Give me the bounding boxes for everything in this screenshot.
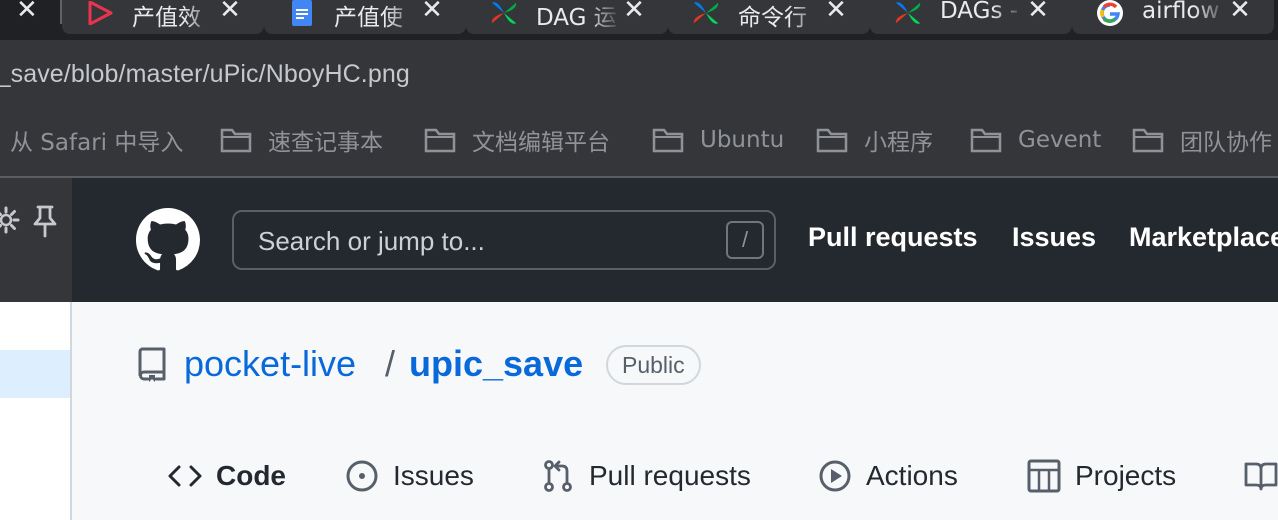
airflow-pinwheel-icon [894, 0, 922, 26]
tab-close-button[interactable]: ✕ [1228, 0, 1252, 23]
bookmark-label: 团队协作 [1180, 130, 1272, 156]
tab-label: Issues [393, 460, 474, 491]
browser-tab-3[interactable]: DAG 运 ✕ [466, 0, 668, 34]
tab-issues[interactable]: Issues [345, 456, 474, 496]
bookmark-folder[interactable]: Ubuntu [652, 124, 784, 156]
book-icon [1244, 462, 1278, 491]
repo-icon [138, 347, 166, 382]
side-panel-toolbar [0, 178, 72, 302]
tab-title: DAGs - [940, 0, 1019, 24]
bookmark-import-safari[interactable]: 从 Safari 中导入 [10, 124, 183, 156]
tab-close-button-left[interactable]: ✕ [16, 0, 40, 23]
play-circle-icon [819, 460, 851, 492]
pin-icon[interactable] [32, 204, 58, 238]
play-triangle-icon [86, 0, 114, 26]
github-header: / Pull requests Issues Marketplace [72, 178, 1278, 302]
table-icon [1027, 459, 1061, 493]
folder-icon [424, 128, 456, 153]
folder-icon [1132, 128, 1164, 153]
nav-pull-requests[interactable]: Pull requests [808, 222, 978, 253]
url-text[interactable]: c_save/blob/master/uPic/NboyHC.png [0, 60, 410, 89]
visibility-badge: Public [606, 345, 701, 385]
side-panel-content [0, 302, 72, 520]
tab-title: airflow [1142, 0, 1220, 24]
repo-name-link[interactable]: upic_save [409, 343, 583, 385]
folder-icon [220, 128, 252, 153]
tab-pull-requests[interactable]: Pull requests [541, 456, 751, 496]
repo-owner-link[interactable]: pocket-live [184, 343, 356, 385]
tab-close-button[interactable]: ✕ [1026, 0, 1050, 23]
search-box[interactable]: / [232, 210, 776, 270]
bookmark-label: Gevent [1018, 127, 1102, 153]
airflow-pinwheel-icon [692, 0, 720, 26]
tab-actions[interactable]: Actions [818, 456, 958, 496]
folder-icon [970, 128, 1002, 153]
side-panel-selected-item[interactable] [0, 350, 70, 398]
tab-label: Pull requests [589, 460, 751, 491]
browser-tab-strip: ✕ 产值效 ✕ 产值使 ✕ DAG 运 ✕ 命令行 ✕ DAGs - ✕ air… [0, 0, 1278, 40]
tab-close-button[interactable]: ✕ [218, 0, 242, 23]
tab-projects[interactable]: Projects [1027, 456, 1176, 496]
folder-icon [652, 128, 684, 153]
bookmark-label: 速查记事本 [268, 130, 383, 156]
tab-label: Code [216, 460, 286, 491]
browser-tab-1[interactable]: 产值效 ✕ [62, 0, 264, 34]
bookmark-label: 文档编辑平台 [472, 130, 610, 156]
tab-title: 命令行 [738, 5, 807, 31]
tab-wiki[interactable] [1244, 456, 1278, 496]
tab-close-button[interactable]: ✕ [824, 0, 848, 23]
address-bar[interactable]: c_save/blob/master/uPic/NboyHC.png [0, 40, 1278, 102]
browser-tab-5[interactable]: DAGs - ✕ [870, 0, 1072, 34]
gear-icon[interactable] [0, 206, 20, 234]
tab-title: DAG 运 [536, 5, 617, 31]
bookmark-folder[interactable]: 文档编辑平台 [424, 124, 610, 156]
search-input[interactable] [258, 226, 698, 256]
nav-issues[interactable]: Issues [1012, 222, 1096, 253]
code-icon [168, 465, 202, 487]
folder-icon [816, 128, 848, 153]
bookmarks-bar: 从 Safari 中导入 速查记事本 文档编辑平台 Ubuntu 小程序 Gev… [0, 102, 1278, 178]
bookmark-label: Ubuntu [700, 127, 785, 153]
bookmark-folder[interactable]: 速查记事本 [220, 124, 383, 156]
google-docs-icon [288, 0, 316, 26]
tab-close-button[interactable]: ✕ [420, 0, 444, 23]
tab-close-button[interactable]: ✕ [622, 0, 646, 23]
tab-code[interactable]: Code [168, 456, 286, 496]
search-shortcut-key: / [726, 221, 764, 259]
bookmark-label: 从 Safari 中导入 [10, 130, 184, 156]
repo-path-separator: / [385, 343, 396, 384]
bookmark-folder[interactable]: 团队协作 [1132, 124, 1272, 156]
airflow-pinwheel-icon [490, 0, 518, 26]
browser-tab-4[interactable]: 命令行 ✕ [668, 0, 870, 34]
tab-title: 产值效 [132, 5, 201, 31]
pull-request-icon [544, 460, 572, 492]
issue-circle-icon [346, 460, 378, 492]
nav-marketplace[interactable]: Marketplace [1129, 222, 1278, 253]
browser-tab-6[interactable]: airflow ✕ [1072, 0, 1274, 34]
github-logo-icon[interactable] [136, 208, 200, 272]
browser-tab-2[interactable]: 产值使 ✕ [264, 0, 466, 34]
bookmark-folder[interactable]: 小程序 [816, 124, 933, 156]
bookmark-folder[interactable]: Gevent [970, 124, 1101, 156]
tab-title: 产值使 [334, 5, 403, 31]
bookmark-label: 小程序 [864, 130, 933, 156]
google-g-icon [1096, 0, 1124, 26]
tab-label: Actions [866, 460, 958, 491]
tab-label: Projects [1075, 460, 1177, 491]
